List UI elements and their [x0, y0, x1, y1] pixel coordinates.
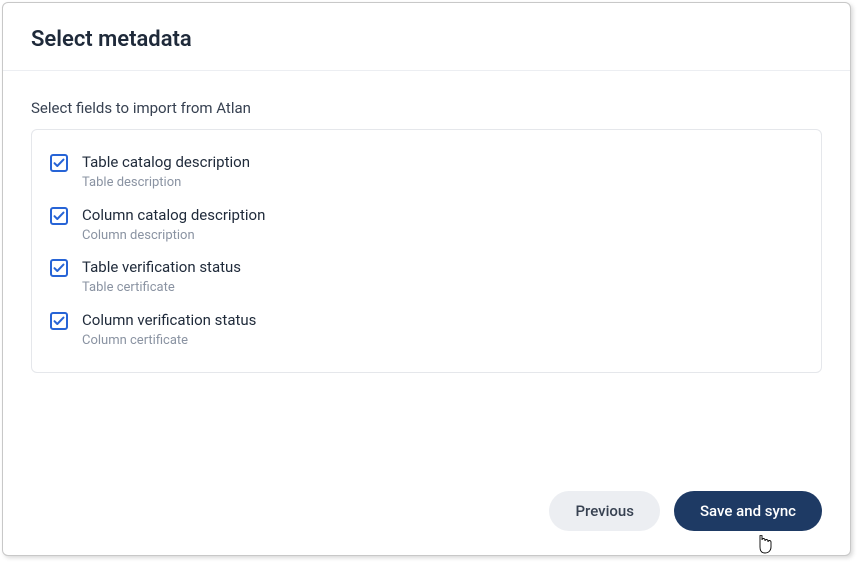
field-text: Column verification status Column certif…	[82, 310, 256, 351]
checkbox-column-verification-status[interactable]	[50, 312, 68, 330]
field-item: Column verification status Column certif…	[50, 302, 803, 355]
field-desc: Table certificate	[82, 278, 241, 298]
subtitle: Select fields to import from Atlan	[31, 99, 822, 117]
check-icon	[53, 262, 65, 274]
dialog-footer: Previous Save and sync	[3, 471, 850, 555]
field-desc: Table description	[82, 173, 250, 193]
checkbox-table-catalog-description[interactable]	[50, 154, 68, 172]
save-and-sync-button[interactable]: Save and sync	[674, 491, 822, 531]
metadata-dialog: Select metadata Select fields to import …	[2, 2, 851, 556]
fields-box: Table catalog description Table descript…	[31, 129, 822, 373]
field-item: Column catalog description Column descri…	[50, 197, 803, 250]
field-text: Table verification status Table certific…	[82, 257, 241, 298]
check-icon	[53, 315, 65, 327]
field-item: Table catalog description Table descript…	[50, 144, 803, 197]
checkbox-table-verification-status[interactable]	[50, 259, 68, 277]
field-label: Column verification status	[82, 310, 256, 331]
page-title: Select metadata	[31, 27, 822, 52]
field-label: Column catalog description	[82, 205, 265, 226]
previous-button[interactable]: Previous	[549, 491, 660, 531]
check-icon	[53, 157, 65, 169]
field-desc: Column certificate	[82, 331, 256, 351]
field-text: Table catalog description Table descript…	[82, 152, 250, 193]
field-label: Table verification status	[82, 257, 241, 278]
check-icon	[53, 210, 65, 222]
dialog-header: Select metadata	[3, 3, 850, 71]
checkbox-column-catalog-description[interactable]	[50, 207, 68, 225]
dialog-content: Select fields to import from Atlan Table…	[3, 71, 850, 471]
field-text: Column catalog description Column descri…	[82, 205, 265, 246]
field-item: Table verification status Table certific…	[50, 249, 803, 302]
field-label: Table catalog description	[82, 152, 250, 173]
field-desc: Column description	[82, 226, 265, 246]
